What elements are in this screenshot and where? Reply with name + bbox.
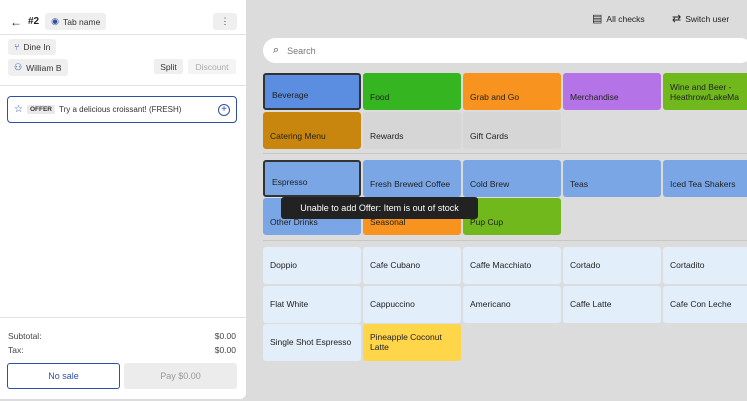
add-offer-icon[interactable]: +: [218, 103, 230, 116]
subtotal-label: Subtotal:: [8, 331, 42, 341]
menu-item-label: Pineapple Coconut Latte: [370, 331, 442, 352]
subcategory-label: Fresh Brewed Coffee: [370, 179, 451, 190]
server-row: ⚇ William B: [8, 59, 68, 76]
menu-item-label: Single Shot Espresso: [270, 336, 352, 347]
dine-in-row: ⑂ Dine In: [8, 39, 57, 55]
back-arrow-icon[interactable]: ←: [10, 15, 22, 29]
divider: [263, 240, 747, 241]
menu-item-tile[interactable]: Flat White: [263, 286, 361, 323]
menu-item-label: Americano: [470, 298, 511, 309]
star-icon: ☆: [14, 104, 23, 115]
tax-value: $0.00: [214, 345, 236, 355]
dine-in-label: Dine In: [23, 42, 51, 52]
switch-user-button[interactable]: ⇄ Switch user: [672, 12, 729, 25]
pay-button[interactable]: Pay $0.00: [124, 363, 237, 389]
subcategory-tile[interactable]: Cold Brew: [463, 160, 561, 197]
menu-item-tile[interactable]: Americano: [463, 286, 561, 323]
category-label: Catering Menu: [270, 131, 326, 142]
split-button[interactable]: Split: [154, 59, 183, 74]
menu-item-label: Doppio: [270, 259, 297, 270]
menu-item-tile[interactable]: Cappuccino: [363, 286, 461, 323]
menu-item-label: Flat White: [270, 298, 309, 309]
menu-item-label: Cappuccino: [370, 298, 415, 309]
subcategory-label: Teas: [570, 179, 588, 190]
menu-item-label: Cortado: [570, 259, 601, 270]
menu-item-tile[interactable]: Caffe Macchiato: [463, 247, 561, 284]
category-tile[interactable]: Food: [363, 73, 461, 110]
user-circle-icon: ◉: [51, 16, 59, 26]
discount-button[interactable]: Discount: [188, 59, 236, 74]
search-input[interactable]: Search: [287, 46, 316, 56]
tab-name-chip[interactable]: ◉ Tab name: [45, 13, 107, 30]
no-sale-button[interactable]: No sale: [7, 363, 120, 389]
category-label: Grab and Go: [470, 92, 520, 103]
subtotal-value: $0.00: [214, 331, 236, 341]
subcategory-label: Pup Cup: [470, 217, 504, 228]
menu-item-tile[interactable]: Cortado: [563, 247, 661, 284]
menu-item-tile[interactable]: Cafe Cubano: [363, 247, 461, 284]
order-number: #2: [28, 16, 40, 27]
server-label: William B: [26, 62, 62, 73]
subcategory-tile[interactable]: Iced Tea Shakers: [663, 160, 747, 197]
subcategory-label: Espresso: [272, 177, 308, 188]
menu-item-tile[interactable]: Doppio: [263, 247, 361, 284]
menu-item-label: Caffe Macchiato: [470, 259, 532, 270]
category-tile[interactable]: Catering Menu: [263, 112, 361, 149]
menu-item-label: Cafe Cubano: [370, 259, 421, 270]
category-tile[interactable]: Rewards: [363, 112, 461, 149]
category-label: Rewards: [370, 131, 404, 142]
search-icon: ⌕: [273, 44, 280, 56]
menu-item-tile[interactable]: Cafe Con Leche: [663, 286, 747, 323]
subcategory-tile[interactable]: Teas: [563, 160, 661, 197]
category-label: Food: [370, 92, 390, 103]
category-label: Gift Cards: [470, 131, 509, 142]
category-label: Wine and Beer - Heathrow/LakeMa: [670, 82, 739, 103]
menu-item-tile[interactable]: Cortadito: [663, 247, 747, 284]
swap-icon: ⇄: [672, 13, 682, 25]
offer-text: Try a delicious croissant! (FRESH): [59, 105, 182, 114]
order-header: ← #2 ◉ Tab name: [10, 13, 107, 30]
utensils-icon: ⑂: [14, 42, 20, 52]
all-checks-label: All checks: [606, 13, 645, 24]
all-checks-button[interactable]: ▤ All checks: [592, 12, 645, 25]
dine-in-chip[interactable]: ⑂ Dine In: [8, 39, 57, 55]
offer-banner[interactable]: ☆ OFFER Try a delicious croissant! (FRES…: [7, 96, 237, 123]
divider: [0, 85, 246, 86]
menu-item-tile[interactable]: Pineapple Coconut Latte: [363, 324, 461, 361]
tab-name-label: Tab name: [62, 16, 101, 27]
menu-item-tile[interactable]: Caffe Latte: [563, 286, 661, 323]
category-tile[interactable]: Beverage: [263, 73, 361, 110]
divider: [0, 317, 246, 318]
menu-item-tile[interactable]: Single Shot Espresso: [263, 324, 361, 361]
subcategory-label: Iced Tea Shakers: [670, 179, 736, 190]
order-panel: ← #2 ◉ Tab name ⋮ ⑂ Dine In ⚇ William B …: [0, 0, 246, 399]
tax-row: Tax: $0.00: [8, 345, 236, 355]
divider: [263, 153, 747, 154]
category-label: Beverage: [272, 90, 309, 101]
subcategory-tile[interactable]: Espresso: [263, 160, 361, 197]
menu-item-label: Cafe Con Leche: [670, 298, 732, 309]
offer-tag: OFFER: [26, 105, 55, 114]
server-chip[interactable]: ⚇ William B: [8, 59, 68, 76]
divider: [0, 34, 246, 35]
search-bar[interactable]: ⌕ Search: [263, 38, 747, 63]
switch-user-label: Switch user: [685, 13, 730, 24]
subcategory-label: Seasonal: [370, 217, 406, 228]
category-tile[interactable]: Grab and Go: [463, 73, 561, 110]
menu-item-label: Caffe Latte: [570, 298, 612, 309]
subcategory-label: Other Drinks: [270, 217, 318, 228]
category-tile[interactable]: Merchandise: [563, 73, 661, 110]
user-icon: ⚇: [14, 62, 23, 72]
subcategory-tile[interactable]: Fresh Brewed Coffee: [363, 160, 461, 197]
category-label: Merchandise: [570, 92, 619, 103]
menu-item-label: Cortadito: [670, 259, 705, 270]
more-options-icon[interactable]: ⋮: [213, 13, 237, 30]
tax-label: Tax:: [8, 345, 24, 355]
subcategory-label: Cold Brew: [470, 179, 510, 190]
category-tile[interactable]: Gift Cards: [463, 112, 561, 149]
checks-icon: ▤: [592, 13, 603, 25]
subtotal-row: Subtotal: $0.00: [8, 331, 236, 341]
category-tile[interactable]: Wine and Beer - Heathrow/LakeMa: [663, 73, 747, 110]
error-toast: Unable to add Offer: Item is out of stoc…: [281, 197, 478, 219]
